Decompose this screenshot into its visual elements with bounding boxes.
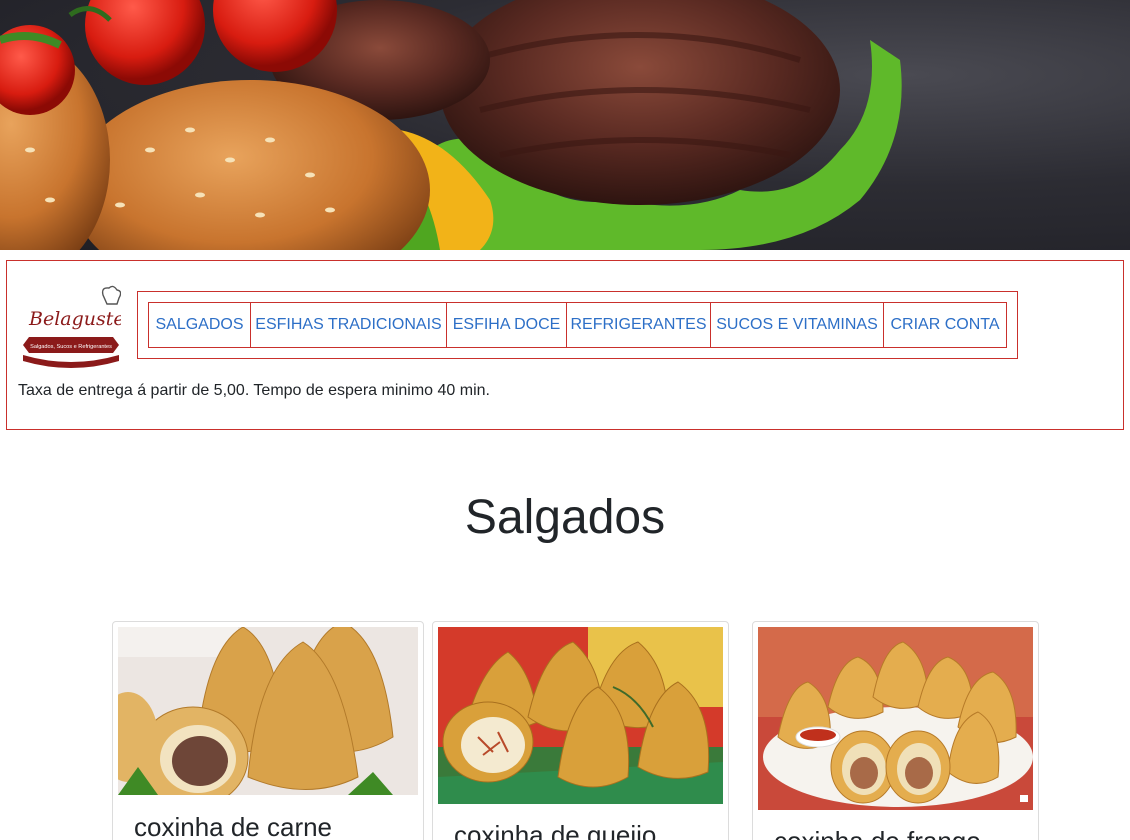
- nav-item-refrigerantes[interactable]: REFRIGERANTES: [566, 302, 711, 348]
- product-name[interactable]: coxinha de frango: [774, 826, 981, 840]
- hero-banner-image: [0, 0, 1130, 250]
- burger-hero-illustration: [0, 0, 902, 250]
- product-card-coxinha-carne[interactable]: coxinha de carne: [112, 621, 424, 840]
- belaguster-logo-graphic: Belaguster Salgados, Sucos e Refrigerant…: [23, 285, 136, 368]
- product-name[interactable]: coxinha de carne: [134, 812, 332, 840]
- coxinha-carne-photo[interactable]: [118, 627, 418, 795]
- delivery-notice: Taxa de entrega á partir de 5,00. Tempo …: [18, 382, 490, 399]
- coxinha-frango-photo[interactable]: [758, 627, 1033, 810]
- nav-item-criar-conta[interactable]: CRIAR CONTA: [883, 302, 1007, 348]
- nav-item-esfihas-tradicionais[interactable]: ESFIHAS TRADICIONAIS: [250, 302, 447, 348]
- logo-wordmark: Belaguster: [28, 308, 121, 330]
- nav-item-sucos-e-vitaminas[interactable]: SUCOS E VITAMINAS: [710, 302, 884, 348]
- nav-item-esfiha-doce[interactable]: ESFIHA DOCE: [446, 302, 567, 348]
- product-card-coxinha-frango[interactable]: coxinha de frango: [752, 621, 1039, 840]
- site-header: Belaguster Salgados, Sucos e Refrigerant…: [6, 260, 1124, 430]
- belaguster-logo[interactable]: Belaguster Salgados, Sucos e Refrigerant…: [21, 285, 136, 371]
- section-title: Salgados: [464, 491, 666, 544]
- coxinha-queijo-photo[interactable]: [438, 627, 723, 804]
- nav-item-salgados[interactable]: SALGADOS: [148, 302, 251, 348]
- product-card-coxinha-queijo[interactable]: coxinha de queijo: [432, 621, 729, 840]
- main-navigation: SALGADOS ESFIHAS TRADICIONAIS ESFIHA DOC…: [137, 291, 1018, 359]
- logo-tagline: Salgados, Sucos e Refrigerantes: [30, 344, 112, 350]
- product-name[interactable]: coxinha de queijo: [454, 820, 656, 840]
